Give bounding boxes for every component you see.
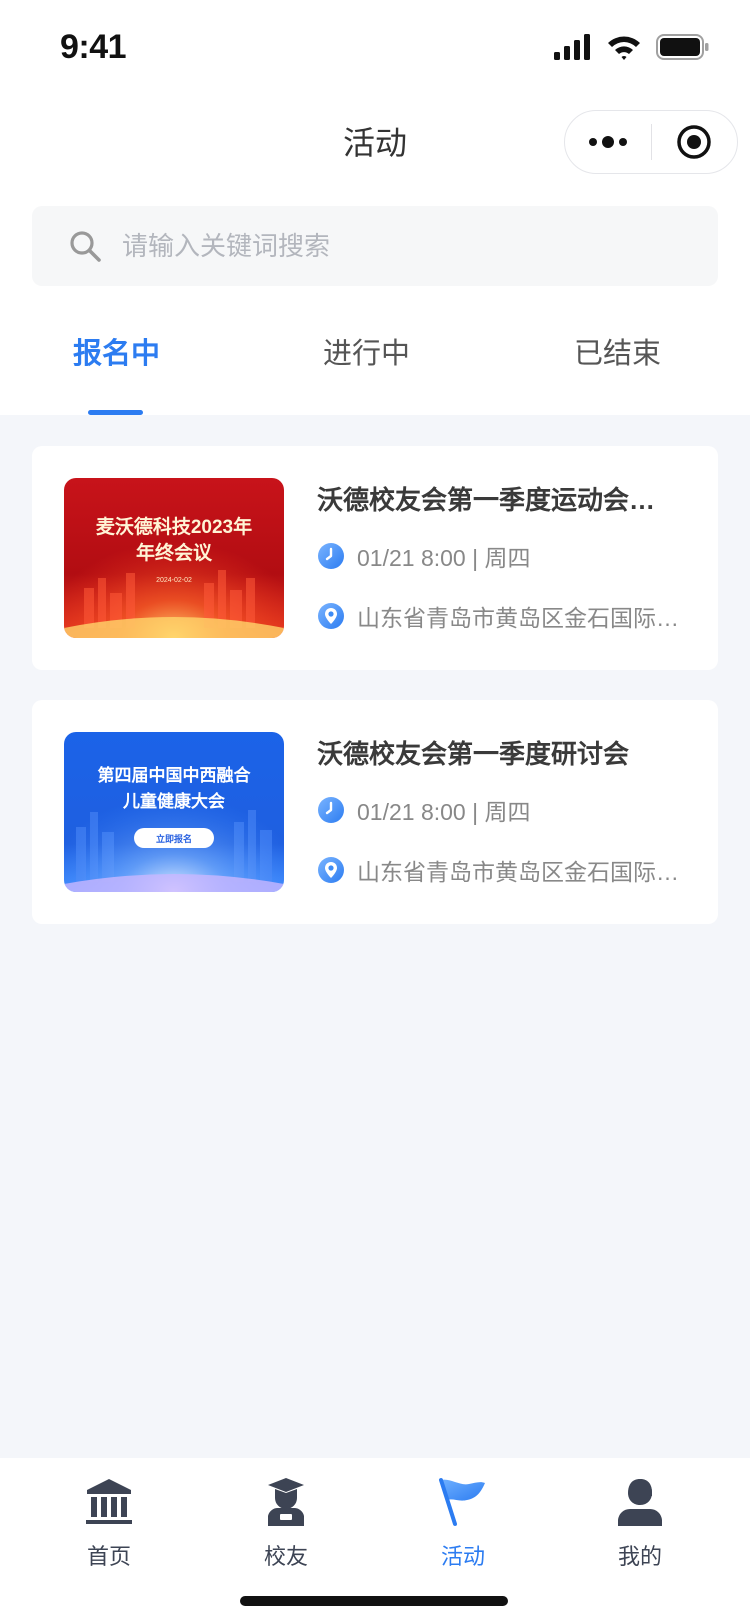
active-tab-indicator [88, 410, 143, 415]
event-location: 山东省青岛市黄岛区金石国际… [357, 605, 679, 631]
tabbar-item-profile[interactable]: 我的 [590, 1476, 690, 1571]
tab-registering[interactable]: 报名中 [73, 330, 160, 372]
mini-program-capsule [564, 110, 738, 174]
event-card[interactable]: 第四届中国中西融合 儿童健康大会 立即报名 沃德校友会第一季度研讨会 01/21… [32, 700, 718, 924]
more-button[interactable] [565, 110, 651, 174]
tabbar-label: 活动 [440, 1544, 485, 1569]
event-card[interactable]: 麦沃德科技2023年 年终会议 2024-02-02 沃德校友会第一季度运动会…… [32, 446, 718, 670]
tabbar-label: 首页 [86, 1544, 131, 1569]
event-location-row: 山东省青岛市黄岛区金石国际… [317, 600, 697, 632]
profile-person-icon [618, 1479, 662, 1526]
status-time: 9:41 [60, 28, 127, 66]
event-location-row: 山东省青岛市黄岛区金石国际… [317, 854, 697, 886]
banner-line-2: 儿童健康大会 [122, 791, 225, 811]
tabbar-item-activity[interactable]: 活动 [413, 1476, 513, 1571]
banner-line-1: 第四届中国中西融合 [98, 765, 252, 785]
tab-in-progress[interactable]: 进行中 [323, 330, 410, 372]
activity-flag-icon [439, 1478, 485, 1526]
banner-line-2: 年终会议 [136, 541, 213, 564]
search-input[interactable] [122, 230, 682, 262]
banner-register-button: 立即报名 [156, 833, 192, 844]
event-time: 01/21 8:00 | 周四 [357, 545, 531, 571]
tab-ended[interactable]: 已结束 [574, 330, 661, 372]
wifi-icon [608, 36, 640, 60]
more-dots-icon [588, 136, 627, 148]
tabbar-item-alumni[interactable]: 校友 [236, 1476, 336, 1571]
event-time-row: 01/21 8:00 | 周四 [317, 794, 697, 826]
signal-icon [554, 34, 590, 60]
close-mini-program-button[interactable] [652, 110, 738, 174]
tabbar-label: 校友 [263, 1544, 308, 1569]
event-banner-image: 麦沃德科技2023年 年终会议 2024-02-02 [64, 478, 284, 638]
search-icon [70, 231, 101, 262]
target-circle-icon [677, 125, 711, 159]
banner-date: 2024-02-02 [156, 577, 192, 584]
banner-line-1: 麦沃德科技2023年 [96, 515, 252, 538]
event-time: 01/21 8:00 | 周四 [357, 799, 531, 825]
event-title: 沃德校友会第一季度运动会… [317, 485, 656, 515]
clock-icon [318, 543, 344, 569]
location-pin-icon [318, 857, 344, 883]
tabbar-label: 我的 [617, 1544, 662, 1569]
home-indicator [240, 1596, 508, 1606]
battery-icon [656, 34, 709, 60]
alumni-graduate-icon [268, 1478, 304, 1526]
clock-icon [318, 797, 344, 823]
status-tabs: 报名中 进行中 已结束 [0, 330, 750, 415]
search-bar[interactable] [32, 206, 718, 286]
event-banner-image: 第四届中国中西融合 儿童健康大会 立即报名 [64, 732, 284, 892]
status-icons [554, 30, 710, 64]
home-building-icon [86, 1479, 132, 1524]
location-pin-icon [318, 603, 344, 629]
tabbar-item-home[interactable]: 首页 [59, 1476, 159, 1571]
event-title: 沃德校友会第一季度研讨会 [317, 739, 630, 769]
event-time-row: 01/21 8:00 | 周四 [317, 540, 697, 572]
event-location: 山东省青岛市黄岛区金石国际… [357, 859, 679, 885]
